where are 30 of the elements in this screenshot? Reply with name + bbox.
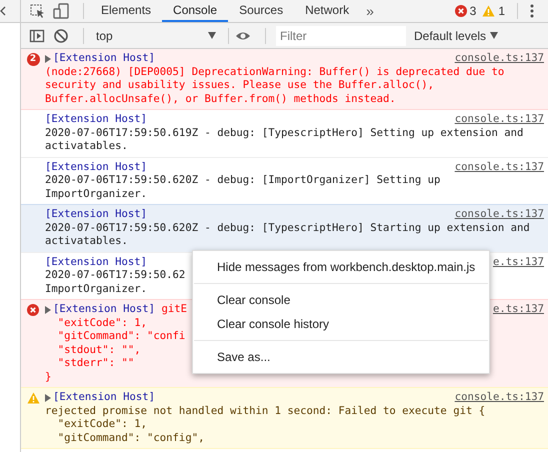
message-text: (node:27668) [DEP0005] DeprecationWarning: Buffer() is deprecated due to <box>45 66 504 79</box>
message-text: 2020-07-06T17:59:50.620Z - debug: [ImportOrganizer] Setting up <box>45 174 440 188</box>
message-count-badge: 2 <box>26 53 40 66</box>
message-source: [Extension Host] <box>53 391 156 404</box>
error-count: 3 <box>470 4 476 18</box>
message-text: activatables. <box>45 235 128 248</box>
message-source: [Extension Host] <box>45 256 148 269</box>
message-text: 2020-07-06T17:59:50.619Z - debug: [TypescriptHero] Setting up extension and <box>45 126 524 140</box>
message-source: [Extension Host] <box>45 208 148 222</box>
message-text: ImportOrganizer. <box>45 188 148 201</box>
message-text: gitE <box>160 303 187 316</box>
message-text: rejected promise not handled within 1 second: Failed to execute git { <box>45 404 486 418</box>
message-source: [Extension Host] <box>45 160 148 174</box>
message-source: [Extension Host] <box>45 113 148 126</box>
message-text: activatables. <box>45 140 128 154</box>
message-text: } <box>45 370 52 384</box>
message-source: [Extension Host] <box>53 52 156 66</box>
message-text: "gitCommand": "confi <box>56 330 186 344</box>
message-text: Buffer.allocUnsafe(), or Buffer.from() methods instead. <box>45 92 396 106</box>
message-text: 2020-07-06T17:59:50.62 <box>45 269 186 282</box>
message-text: "gitCommand": "config", <box>56 432 204 445</box>
message-text: "exitCode": 1, <box>56 418 148 432</box>
message-text: "stdout": "", <box>56 344 141 357</box>
message-text: 2020-07-06T17:59:50.620Z - debug: [TypescriptHero] Starting up extension and <box>45 222 530 235</box>
message-text: ImportOrganizer. <box>45 282 148 296</box>
warning-count: 1 <box>498 4 505 18</box>
message-text: "exitCode": 1, <box>56 316 148 330</box>
message-text: "stderr": "" <box>56 357 134 370</box>
message-source: [Extension Host] <box>53 303 156 316</box>
message-text: security and usability issues. Please use the Buffer.alloc(), <box>45 79 434 92</box>
